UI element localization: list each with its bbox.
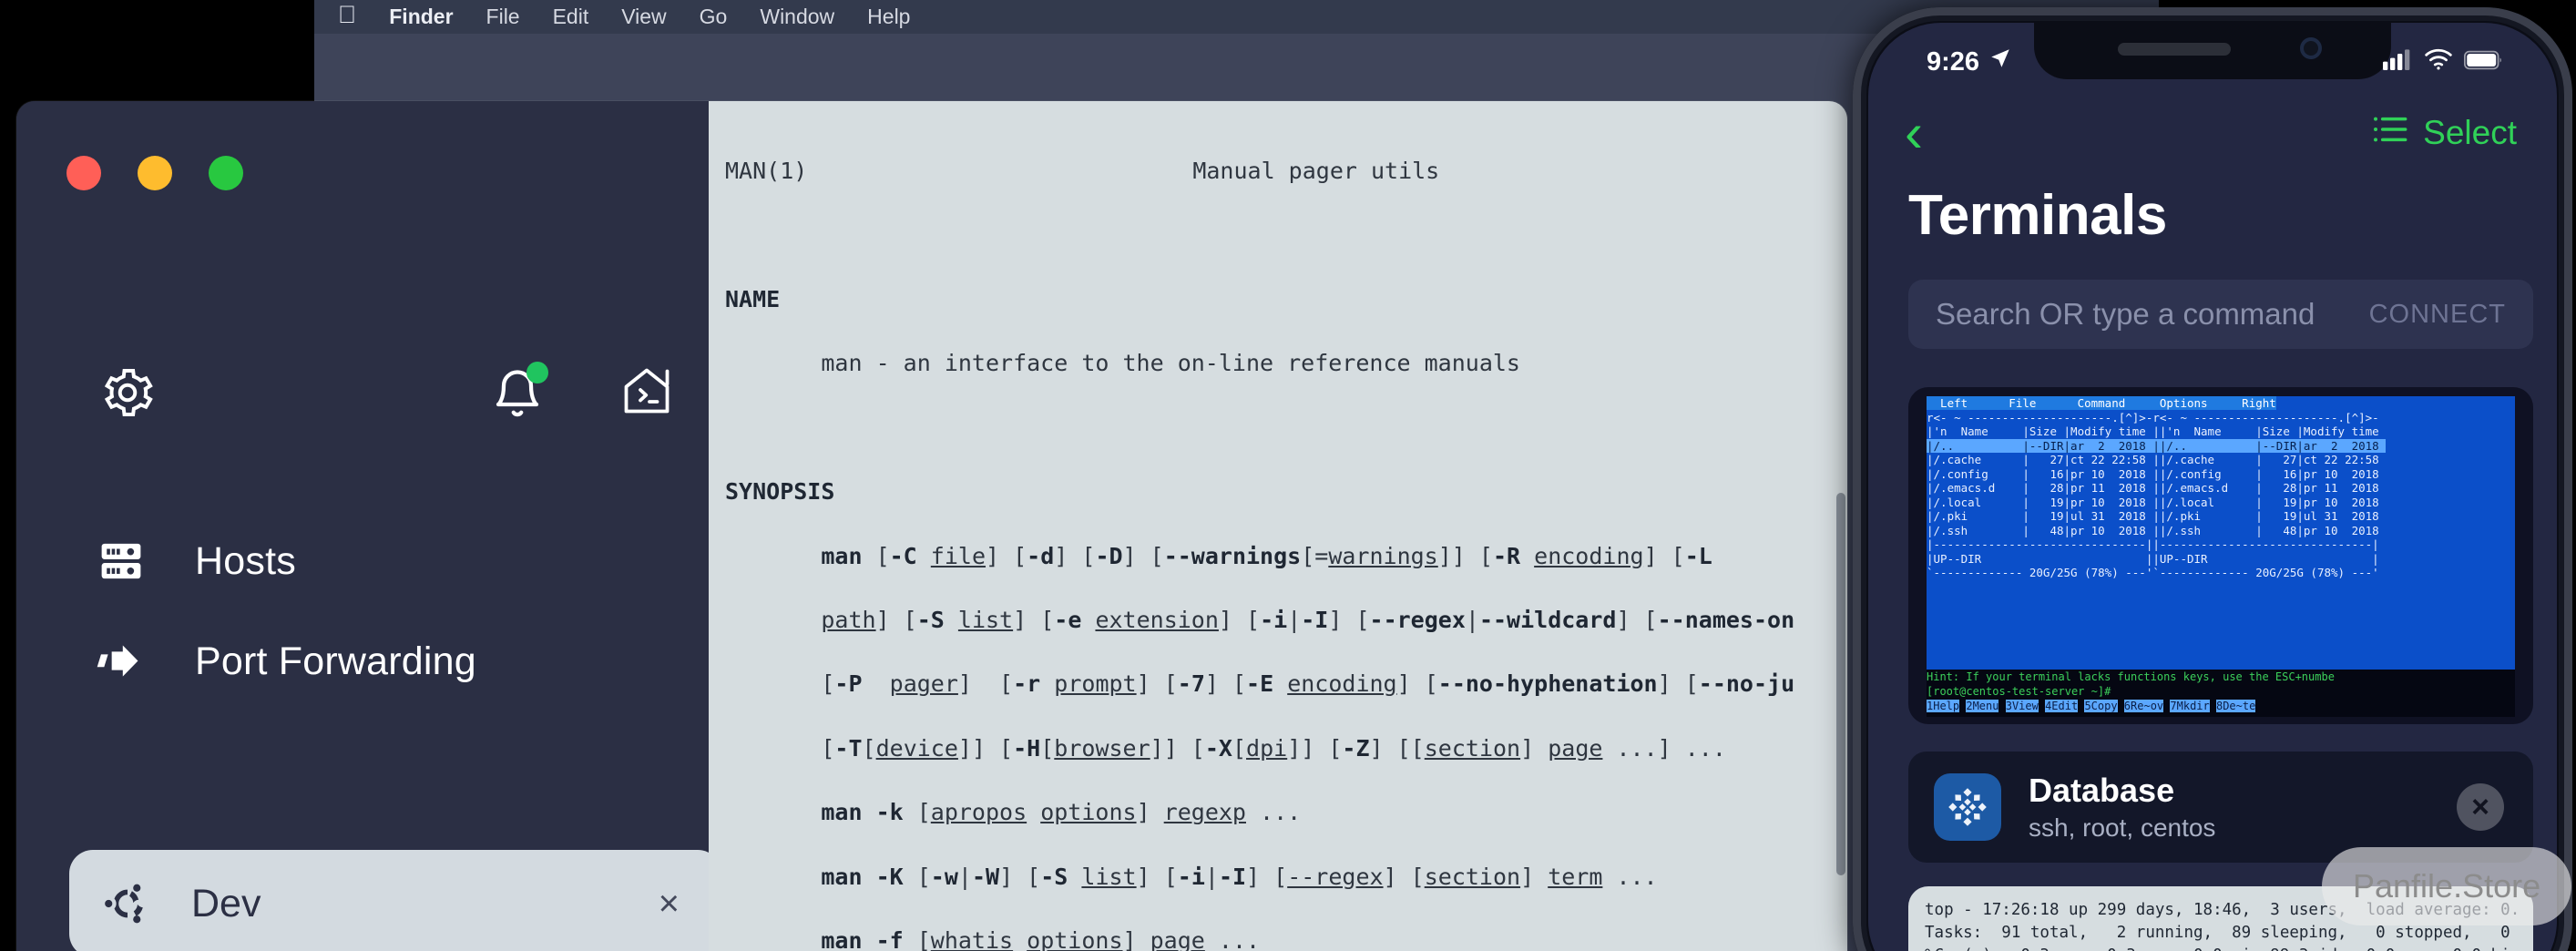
fkey[interactable]: 7Mkdir (2170, 700, 2210, 712)
mc-line: |/.local | 19|pr 10 2018 ||/.local | 19|… (1927, 495, 2387, 509)
mc-line: |/.cache | 27|ct 22 22:58 ||/.cache | 27… (1927, 453, 2387, 466)
sidebar-item-hosts[interactable]: Hosts (16, 511, 709, 611)
terminal-manpage-pane[interactable]: MAN(1) Manual pager utils NAME man - an i… (709, 101, 1847, 951)
host-subtitle: ssh, root, centos (2029, 813, 2216, 842)
battery-icon (2464, 47, 2504, 77)
menu-item-go[interactable]: Go (683, 5, 744, 29)
back-chevron-icon[interactable]: ‹ (1905, 106, 1923, 160)
ubuntu-logo-icon (102, 878, 153, 929)
mc-line: `------------- 20G/25G (78%) ---'`------… (1927, 566, 2379, 579)
manpage-header-row: MAN(1) Manual pager utils (709, 155, 1847, 187)
mc-line-selected: |/.. |--DIR|ar 2 2018 ||/.. |--DIR|ar 2 … (1927, 438, 2387, 453)
select-label: Select (2423, 114, 2517, 151)
fkey[interactable]: 2Menu (1966, 700, 1999, 712)
mc-hint: Hint: If your terminal lacks functions k… (1927, 670, 2335, 683)
mc-line: |UP--DIR ||UP--DIR | (1927, 551, 2379, 566)
iphone-device: 9:26 ‹ Select Terminals Search OR type a… (1853, 7, 2572, 951)
mc-menu-bar: Left File Command Options Right (1927, 396, 2276, 410)
terminal-preview-card-mc[interactable]: Left File Command Options Right r<- ~ --… (1908, 387, 2533, 724)
iphone-screen: 9:26 ‹ Select Terminals Search OR type a… (1868, 23, 2557, 951)
select-button[interactable]: Select (2372, 114, 2517, 153)
window-traffic-lights[interactable] (66, 156, 243, 190)
sidebar-item-label: Hosts (195, 538, 296, 583)
page-title: Terminals (1908, 184, 2167, 247)
mc-line: r<- ~ ---------------------.[^]>-r<- ~ -… (1927, 410, 2379, 424)
watermark: Panfile.Store (2322, 847, 2572, 925)
close-window-button[interactable] (66, 156, 101, 190)
mc-function-keys: 1Help 2Menu 3View 4Edit 5Copy 6Re~ov 7Mk… (1927, 700, 2256, 712)
minimize-window-button[interactable] (138, 156, 172, 190)
gear-icon[interactable] (98, 363, 157, 426)
zoom-window-button[interactable] (209, 156, 243, 190)
menu-item-help[interactable]: Help (851, 5, 926, 29)
menu-item-edit[interactable]: Edit (537, 5, 606, 29)
host-list-item-database[interactable]: Database ssh, root, centos × (1908, 752, 2533, 863)
fkey[interactable]: 5Copy (2084, 700, 2118, 712)
sidebar-item-label: Port Forwarding (195, 639, 476, 683)
close-icon[interactable]: × (659, 884, 680, 925)
manpage-header-center: Manual pager utils (1192, 158, 1440, 185)
app-sidebar: Hosts Port Forwarding Dev × (16, 101, 721, 951)
wifi-icon (2424, 47, 2453, 77)
top-line: %Cpu(s): 0.3 us, 0.3 sy, 0.0 ni, 99.3 id… (1925, 946, 2520, 951)
menu-item-view[interactable]: View (605, 5, 682, 29)
screenshot-root:  Finder File Edit View Go Window Help (0, 0, 2576, 951)
mc-line: |/.ssh | 48|pr 10 2018 ||/.ssh | 48|pr 1… (1927, 523, 2387, 537)
sidebar-nav: Hosts Port Forwarding (16, 511, 709, 711)
apple-logo-icon[interactable]:  (332, 3, 373, 31)
fkey[interactable]: 8De~te (2215, 700, 2256, 712)
fkey[interactable]: 3View (2005, 700, 2039, 712)
fkey[interactable]: 6Re~ov (2123, 700, 2164, 712)
host-text: Database ssh, root, centos (2029, 772, 2457, 843)
fkey[interactable]: 1Help (1927, 700, 1960, 712)
menu-item-file[interactable]: File (470, 5, 537, 29)
location-arrow-icon (1988, 46, 2012, 77)
fkey[interactable]: 4Edit (2045, 700, 2079, 712)
centos-logo-icon (1934, 773, 2001, 841)
manpage-name-body: man - an interface to the on-line refere… (821, 350, 1520, 377)
mc-line: |/.emacs.d | 28|pr 11 2018 ||/.emacs.d |… (1927, 481, 2387, 495)
mc-line: |/.pki | 19|ul 31 2018 ||/.pki | 19|ul 3… (1927, 509, 2387, 523)
search-input[interactable]: Search OR type a command CONNECT (1908, 280, 2533, 349)
menu-item-window[interactable]: Window (743, 5, 851, 29)
mc-line: |/.config | 16|pr 10 2018 ||/.config | 1… (1927, 466, 2387, 481)
home-terminal-icon[interactable] (618, 363, 676, 423)
bell-icon[interactable] (490, 362, 548, 426)
search-placeholder: Search OR type a command (1936, 297, 2315, 331)
manpage-section-synopsis-title: SYNOPSIS (725, 478, 835, 506)
manpage-header-left: MAN(1) (725, 158, 808, 185)
status-time: 9:26 (1927, 46, 1980, 77)
mc-footer: Hint: If your terminal lacks functions k… (1927, 670, 2515, 717)
cellular-signal-icon (2382, 47, 2413, 77)
port-forward-arrow-icon (97, 637, 146, 686)
server-rack-icon (97, 537, 146, 586)
iphone-status-bar: 9:26 (1868, 23, 2557, 88)
host-title: Database (2029, 772, 2175, 809)
mc-prompt: [root@centos-test-server ~]# (1927, 685, 2111, 698)
connect-button[interactable]: CONNECT (2369, 300, 2506, 330)
close-icon[interactable]: × (2457, 783, 2504, 831)
mc-line: |-------------------------------||------… (1927, 537, 2379, 551)
session-item-label: Dev (191, 881, 261, 925)
mc-line: |'n Name |Size |Modify time ||'n Name |S… (1927, 424, 2387, 438)
session-item-dev[interactable]: Dev × (69, 850, 721, 951)
session-list: Dev × (69, 850, 721, 951)
manpage-section-name-title: NAME (725, 286, 781, 313)
midnight-commander-preview: Left File Command Options Right r<- ~ --… (1927, 396, 2515, 670)
sidebar-item-port-forwarding[interactable]: Port Forwarding (16, 611, 709, 711)
notification-badge (526, 362, 548, 383)
iphone-nav-bar: ‹ Select (1868, 94, 2557, 172)
terminal-scrollbar[interactable] (1836, 493, 1845, 875)
list-icon (2372, 114, 2408, 153)
termius-app-window: Hosts Port Forwarding Dev × MAN(1) Manua… (16, 101, 1847, 951)
menu-item-finder[interactable]: Finder (373, 5, 469, 29)
top-line: Tasks: 91 total, 2 running, 89 sleeping,… (1925, 924, 2510, 942)
sidebar-toolbar (80, 362, 670, 445)
